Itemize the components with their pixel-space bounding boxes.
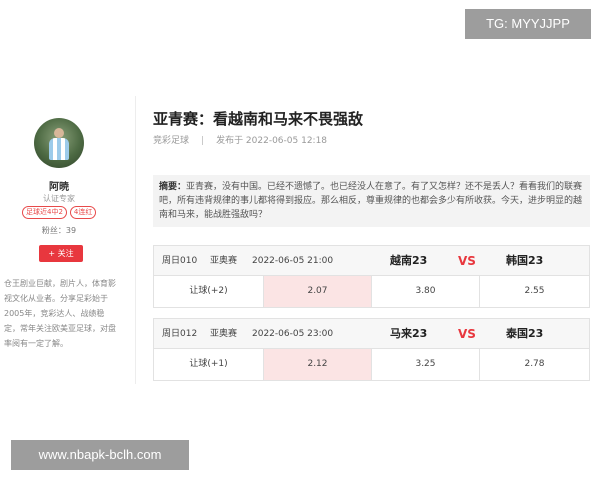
meta-separator: |: [201, 136, 205, 146]
match-card: 周日012 亚奥赛 2022-06-05 23:00 马来23 VS 泰国23 …: [153, 318, 590, 381]
odds-lose[interactable]: 2.55: [480, 276, 589, 307]
odds-win[interactable]: 2.12: [264, 349, 372, 380]
streak-badge: 4连红: [69, 206, 97, 219]
article-category-link[interactable]: 竞彩足球: [153, 134, 189, 148]
article-summary: 摘要：亚青赛，没有中国。已经不遗憾了。也已经没人在意了。有了又怎样？还不是丢人？…: [153, 175, 590, 227]
article-main: 亚青赛：看越南和马来不畏强敌 竞彩足球 | 发布于 2022-06-05 12:…: [153, 96, 593, 381]
avatar[interactable]: [34, 118, 84, 168]
watermark-bottom: www.nbapk-bclh.com: [11, 440, 189, 470]
summary-text: 亚青赛，没有中国。已经不遗憾了。也已经没人在意了。有了又怎样？还不是丢人？看看我…: [159, 182, 583, 220]
match-time: 2022-06-05 21:00: [252, 256, 334, 266]
record-badge: 足球近4中2: [22, 206, 67, 219]
summary-label: 摘要：: [159, 182, 187, 192]
handicap-label: 让球(+2): [154, 276, 264, 307]
vs-label: VS: [458, 254, 476, 268]
home-team[interactable]: 越南23: [390, 246, 427, 276]
author-badges: 足球近4中2 4连红: [22, 206, 97, 219]
away-team[interactable]: 泰国23: [506, 319, 543, 349]
match-header: 周日012 亚奥赛 2022-06-05 23:00 马来23 VS 泰国23: [154, 319, 589, 349]
author-sidebar: 阿暁 认证专家 足球近4中2 4连红 粉丝：39 + 关注 仓王剧业巨献，剧片人…: [0, 96, 136, 384]
author-title: 认证专家: [43, 194, 75, 203]
avatar-head-shape: [54, 128, 64, 138]
odds-lose[interactable]: 2.78: [480, 349, 589, 380]
publish-time: 发布于 2022-06-05 12:18: [216, 136, 328, 146]
odds-win[interactable]: 2.07: [264, 276, 372, 307]
avatar-shirt-shape: [49, 138, 69, 160]
fans-count: 粉丝：39: [41, 226, 77, 235]
match-header: 周日010 亚奥赛 2022-06-05 21:00 越南23 VS 韩国23: [154, 246, 589, 276]
away-team[interactable]: 韩国23: [506, 246, 543, 276]
vs-label: VS: [458, 327, 476, 341]
author-bio: 仓王剧业巨献，剧片人，体育影视文化从业者。分享足彩始于2005年，竞彩达人、战绩…: [4, 279, 116, 348]
article-title: 亚青赛：看越南和马来不畏强敌: [153, 110, 364, 128]
match-league: 亚奥赛: [210, 256, 238, 266]
match-code: 周日010: [162, 256, 198, 266]
match-card: 周日010 亚奥赛 2022-06-05 21:00 越南23 VS 韩国23 …: [153, 245, 590, 308]
match-league: 亚奥赛: [210, 329, 238, 339]
author-name[interactable]: 阿暁: [0, 178, 118, 193]
odds-draw[interactable]: 3.25: [372, 349, 480, 380]
match-time: 2022-06-05 23:00: [252, 329, 334, 339]
odds-draw[interactable]: 3.80: [372, 276, 480, 307]
home-team[interactable]: 马来23: [390, 319, 427, 349]
odds-row: 让球(+2) 2.07 3.80 2.55: [154, 276, 589, 307]
watermark-top: TG: MYYJJPP: [465, 9, 591, 39]
article-meta: 竞彩足球 | 发布于 2022-06-05 12:18: [153, 134, 593, 148]
handicap-label: 让球(+1): [154, 349, 264, 380]
odds-row: 让球(+1) 2.12 3.25 2.78: [154, 349, 589, 380]
follow-button[interactable]: + 关注: [39, 245, 83, 262]
match-code: 周日012: [162, 329, 198, 339]
